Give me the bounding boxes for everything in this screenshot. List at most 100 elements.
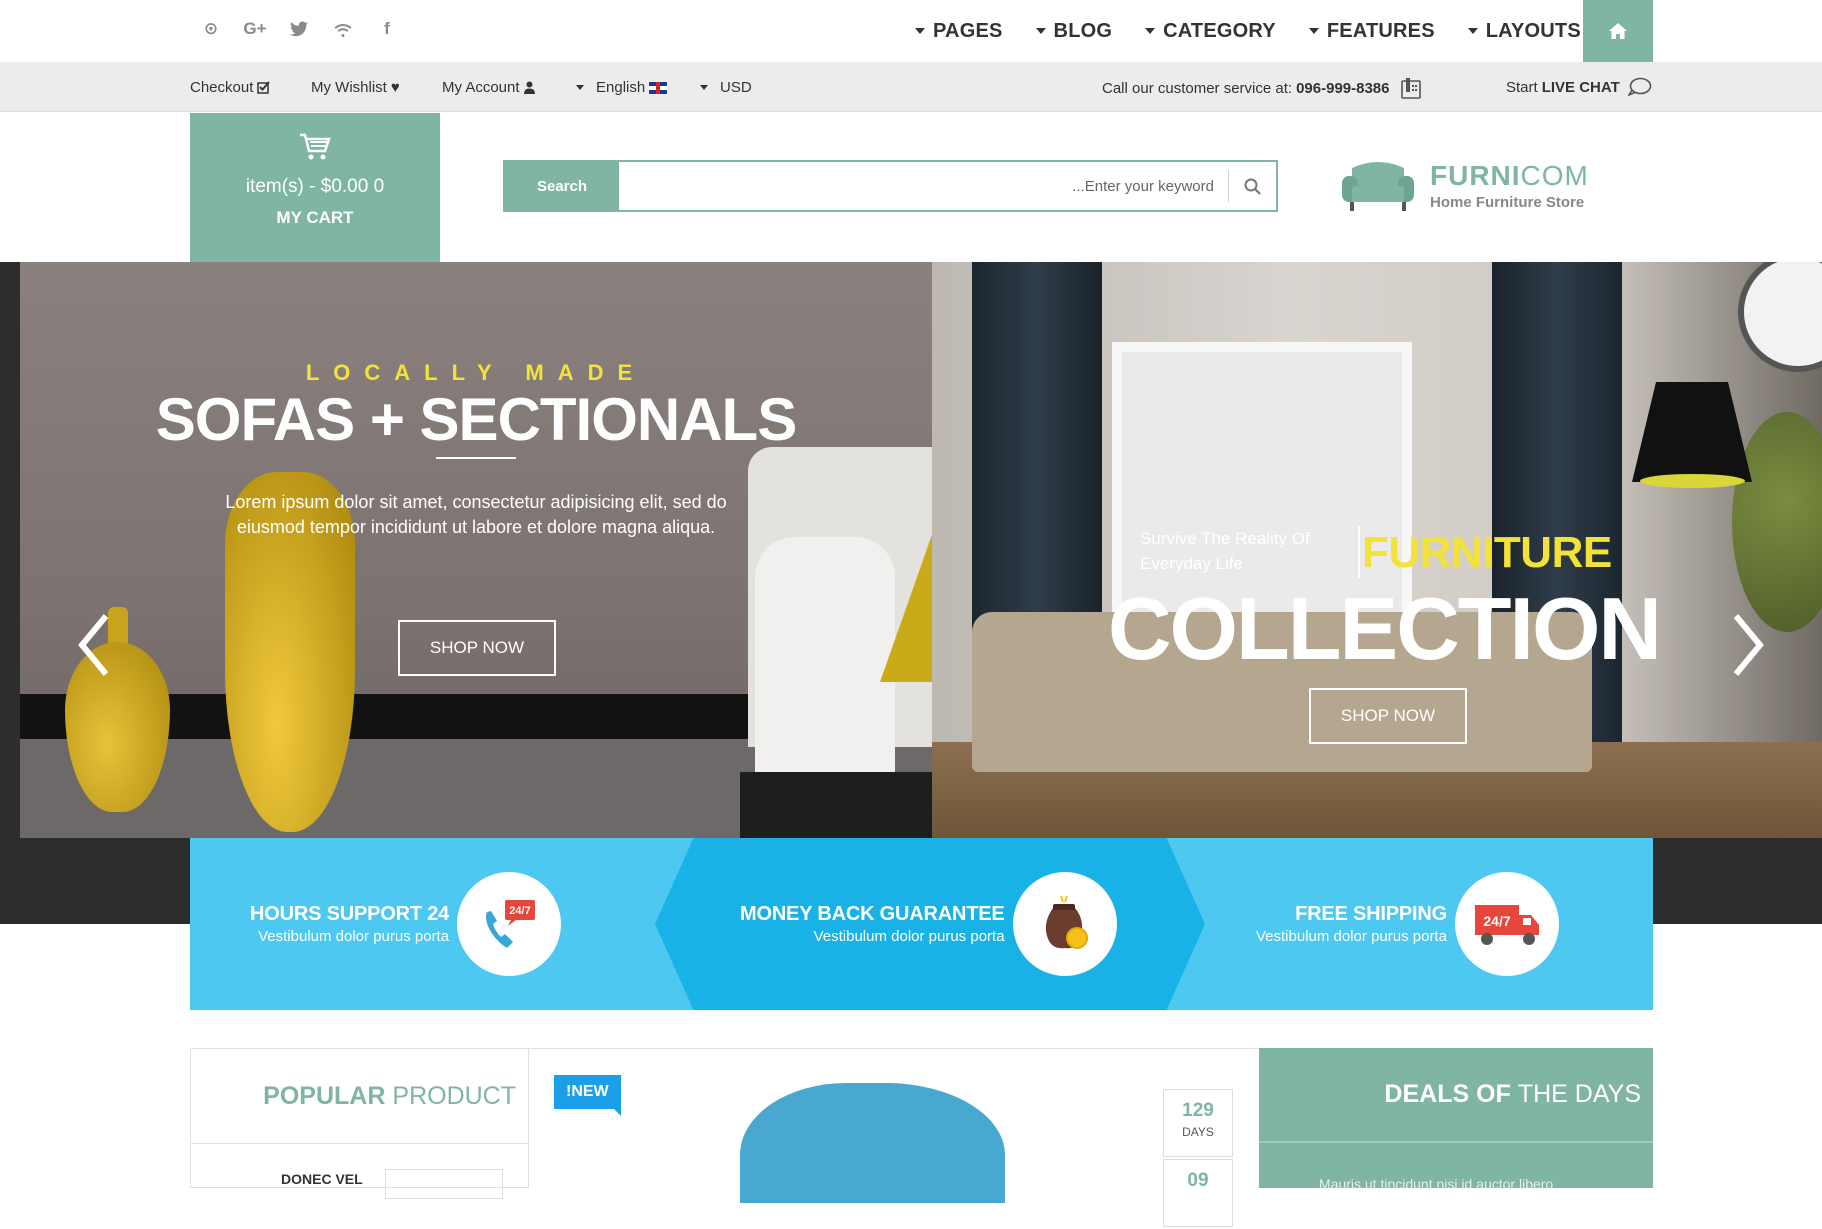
- popular-title-bold: POPULAR: [263, 1081, 386, 1110]
- google-plus-icon[interactable]: G+: [243, 18, 266, 40]
- language-label: English: [596, 79, 646, 96]
- hero-description: Lorem ipsum dolor sit amet, consectetur …: [225, 492, 727, 537]
- slider-next-button[interactable]: [1728, 610, 1768, 680]
- language-select[interactable]: English: [576, 79, 668, 96]
- social-links: ⊙ G+ f: [200, 18, 398, 40]
- caret-down-icon: [1308, 28, 1319, 34]
- truck-24-7-icon: 24/7: [1454, 872, 1559, 976]
- account-link[interactable]: My Account: [442, 79, 535, 96]
- feature-support: HOURS SUPPORT 24 Vestibulum dolor purus …: [250, 838, 562, 1010]
- service-phone: 096-999-8386: [1296, 79, 1390, 97]
- nav-label: FEATURES: [1326, 19, 1435, 42]
- logo-name: FURNICOM: [1430, 161, 1589, 190]
- feature-subtitle: Vestibulum dolor purus porta: [258, 928, 450, 945]
- shopping-cart-icon: [190, 133, 440, 166]
- feature-title: HOURS SUPPORT 24: [250, 903, 450, 925]
- wallet-coin-icon: [1012, 872, 1117, 976]
- wishlist-link[interactable]: My Wishlist ♥: [311, 79, 400, 96]
- popular-product-panel: POPULAR PRODUCT DONEC VEL: [190, 1048, 529, 1199]
- deals-heading: DEALS OF THE DAYS: [1259, 1048, 1653, 1143]
- chat-prefix: Start: [1506, 78, 1538, 96]
- shop-now-button[interactable]: SHOP NOW: [1309, 688, 1467, 744]
- logo-text: FURNICOM Home Furniture Store: [1430, 161, 1589, 211]
- podcast-icon[interactable]: ⊙: [200, 18, 222, 40]
- featured-product: !NEW 129 DAYS 09: [529, 1048, 1259, 1227]
- search-input[interactable]: [619, 162, 1228, 210]
- feature-subtitle: Vestibulum dolor purus porta: [1256, 928, 1447, 945]
- nav-item-category[interactable]: CATEGORY: [1145, 20, 1276, 43]
- popular-product-heading: POPULAR PRODUCT: [191, 1049, 528, 1144]
- wishlist-label: My Wishlist: [311, 79, 387, 96]
- caret-down-icon: [915, 28, 925, 34]
- blue-chair-image[interactable]: [740, 1083, 1005, 1203]
- new-badge: !NEW: [554, 1075, 621, 1116]
- chevron-right-icon: [1733, 614, 1764, 676]
- shop-now-button[interactable]: SHOP NOW: [398, 620, 556, 676]
- yellow-pillow-image: [880, 512, 932, 682]
- popular-title-light: PRODUCT: [392, 1081, 516, 1110]
- countdown-value: 09: [1187, 1170, 1209, 1191]
- caret-down-icon: [576, 85, 584, 90]
- deals-of-the-days-panel: DEALS OF THE DAYS Mauris ut tincidunt ni…: [1259, 1048, 1653, 1192]
- mini-cart[interactable]: item(s) - $0.00 0 MY CART: [190, 113, 440, 262]
- nav-item-blog[interactable]: BLOG: [1035, 19, 1113, 43]
- feature-money-back: MONEY BACK GUARANTEE Vestibulum dolor pu…: [740, 838, 1117, 1010]
- search-icon: [1244, 178, 1261, 195]
- countdown-hours: 09: [1163, 1159, 1233, 1227]
- countdown-value: 129: [1182, 1100, 1214, 1121]
- nav-label: BLOG: [1053, 19, 1113, 42]
- currency-select[interactable]: USD: [700, 79, 752, 96]
- site-logo[interactable]: FURNICOM Home Furniture Store: [1340, 160, 1589, 212]
- hero-tagline: Survive The Reality Of Everyday Life: [1140, 529, 1310, 573]
- top-bar: ⊙ G+ f PAGES BLOG CATEGORY FEATURES LAYO…: [0, 0, 1822, 62]
- feature-text: MONEY BACK GUARANTEE Vestibulum dolor pu…: [740, 903, 1005, 945]
- svg-text:24/7: 24/7: [1483, 913, 1510, 929]
- customer-service: Call our customer service at: 096-999-83…: [1102, 77, 1422, 99]
- currency-label: USD: [720, 79, 752, 96]
- utility-bar: Checkout My Wishlist ♥ My Account Englis…: [0, 62, 1822, 112]
- home-button[interactable]: [1583, 0, 1653, 62]
- facebook-icon[interactable]: f: [376, 18, 398, 40]
- nav-item-layouts[interactable]: LAYOUTS: [1467, 19, 1581, 43]
- features-strip: HOURS SUPPORT 24 Vestibulum dolor purus …: [190, 838, 1653, 1010]
- caret-down-icon: [1467, 28, 1478, 34]
- home-content: POPULAR PRODUCT DONEC VEL !NEW 129 DAYS …: [190, 1048, 1653, 1227]
- hero-collection-word: COLLECTION: [1108, 579, 1662, 678]
- live-chat-link[interactable]: Start LIVE CHAT: [1506, 77, 1652, 97]
- popular-item-thumbnail[interactable]: [385, 1169, 503, 1199]
- twitter-icon[interactable]: [288, 18, 310, 40]
- wifi-icon[interactable]: [332, 18, 354, 40]
- heart-icon: ♥: [390, 79, 400, 96]
- feature-free-shipping: FREE SHIPPING Vestibulum dolor purus por…: [1256, 838, 1559, 1010]
- hero-eyebrow: LOCALLY MADE: [305, 360, 647, 385]
- hero-furniture-word: FURNITURE: [1362, 528, 1612, 577]
- search-label[interactable]: Search: [505, 162, 619, 210]
- feature-title: FREE SHIPPING: [1295, 903, 1447, 925]
- caret-down-icon: [700, 85, 708, 90]
- deals-title-light: THE DAYS: [1517, 1080, 1641, 1108]
- slider-prev-button[interactable]: [74, 610, 114, 680]
- chat-label: LIVE CHAT: [1541, 78, 1620, 96]
- phone-fax-icon: [1400, 78, 1421, 99]
- home-icon: [1609, 23, 1627, 39]
- checkout-link[interactable]: Checkout: [190, 79, 271, 96]
- caret-down-icon: [1035, 28, 1046, 34]
- deal-countdown: 129 DAYS 09: [1163, 1089, 1233, 1229]
- main-nav: PAGES BLOG CATEGORY FEATURES LAYOUTS: [915, 0, 1614, 62]
- nav-label: LAYOUTS: [1485, 19, 1581, 42]
- svg-text:24/7: 24/7: [509, 905, 530, 917]
- search-submit-button[interactable]: [1228, 170, 1276, 202]
- logo-tagline: Home Furniture Store: [1430, 193, 1585, 211]
- popular-item-title[interactable]: DONEC VEL: [281, 1171, 363, 1187]
- chat-bubble-icon: [1627, 77, 1652, 97]
- feature-text: FREE SHIPPING Vestibulum dolor purus por…: [1256, 903, 1447, 945]
- nav-label: PAGES: [933, 19, 1003, 42]
- checkout-label: Checkout: [190, 79, 254, 96]
- uk-flag-icon: [649, 81, 668, 94]
- hero-title: SOFAS + SECTIONALS: [155, 386, 797, 453]
- account-label: My Account: [442, 79, 520, 96]
- nav-item-features[interactable]: FEATURES: [1308, 19, 1435, 43]
- my-cart-label: MY CART: [276, 208, 354, 227]
- countdown-days: 129 DAYS: [1163, 1089, 1233, 1157]
- nav-item-pages[interactable]: PAGES: [915, 20, 1003, 43]
